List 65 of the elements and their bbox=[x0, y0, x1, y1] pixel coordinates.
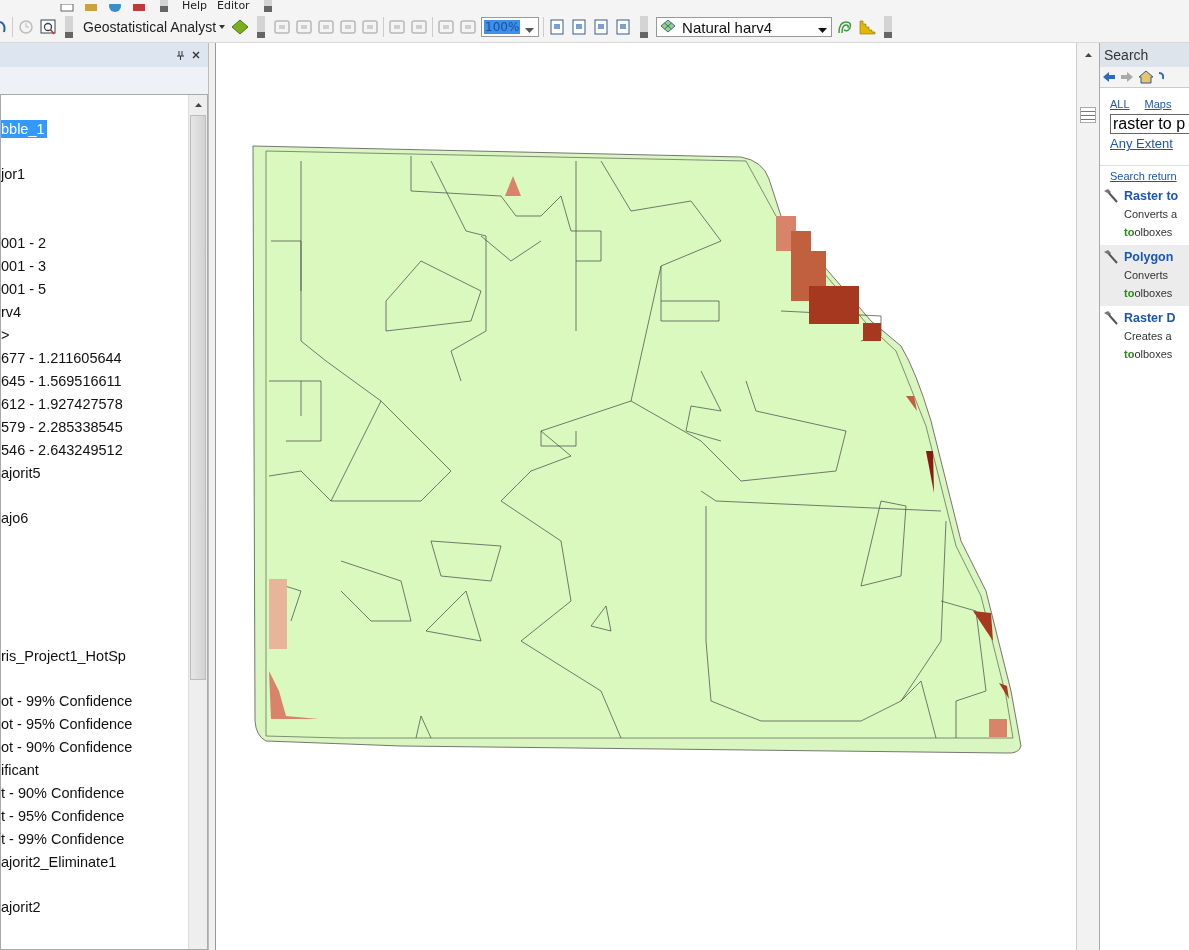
filter-link[interactable]: Maps bbox=[1144, 98, 1172, 110]
layer-label[interactable]: 579 - 2.285338545 bbox=[1, 417, 125, 436]
search-field[interactable]: raster to p bbox=[1110, 114, 1189, 134]
layer-label[interactable]: 001 - 5 bbox=[1, 279, 49, 298]
layer-label[interactable]: 677 - 1.211605644 bbox=[1, 348, 124, 367]
menu-item[interactable]: Help bbox=[182, 0, 208, 12]
result-path: toolboxes bbox=[1124, 225, 1174, 240]
toolbar-handle[interactable] bbox=[884, 16, 893, 38]
layer-label[interactable]: ot - 99% Confidence bbox=[1, 691, 135, 710]
layer-label[interactable]: t - 99% Confidence bbox=[1, 829, 127, 848]
layer-label[interactable]: ificant bbox=[1, 760, 41, 779]
scroll-up-icon[interactable] bbox=[1084, 53, 1092, 57]
layer-label[interactable]: > bbox=[1, 325, 12, 344]
result-title[interactable]: Raster D bbox=[1124, 310, 1176, 327]
layer-label[interactable]: ajorit5 bbox=[1, 463, 43, 482]
result-description: Creates a bbox=[1124, 329, 1173, 344]
pin-icon[interactable] bbox=[177, 50, 184, 60]
home-icon[interactable] bbox=[1138, 70, 1154, 84]
layer-label[interactable]: jor1 bbox=[1, 164, 28, 183]
menu-item[interactable]: Editor bbox=[217, 0, 250, 12]
layer-label[interactable]: 612 - 1.927427578 bbox=[1, 394, 125, 413]
toolbar-handle[interactable] bbox=[640, 16, 649, 38]
layer-field[interactable]: Natural harv4 bbox=[656, 17, 833, 37]
layer-label[interactable]: ot - 95% Confidence bbox=[1, 714, 135, 733]
result-path: toolboxes bbox=[1124, 286, 1174, 301]
close-icon[interactable] bbox=[192, 51, 200, 59]
layer-label[interactable]: 001 - 2 bbox=[1, 233, 49, 252]
caret-icon bbox=[219, 25, 226, 29]
histogram-icon[interactable] bbox=[858, 18, 877, 36]
magnifier-window-icon[interactable] bbox=[39, 18, 57, 36]
layer-label[interactable]: ajo6 bbox=[1, 508, 31, 527]
result-description: Converts bbox=[1124, 268, 1170, 283]
scrollbar[interactable] bbox=[1076, 43, 1099, 950]
scroll-up-icon[interactable] bbox=[194, 103, 202, 107]
filter-link[interactable]: ALL bbox=[1110, 98, 1130, 110]
result-path: toolboxes bbox=[1124, 347, 1174, 362]
result-title[interactable]: Polygon bbox=[1124, 249, 1174, 266]
hammer-icon[interactable] bbox=[1102, 310, 1118, 326]
layer-label[interactable]: ot - 90% Confidence bbox=[1, 737, 135, 756]
search-result[interactable]: Polygon Converts toolboxes bbox=[1100, 245, 1189, 306]
scrollbar[interactable] bbox=[188, 95, 207, 949]
layer-label[interactable]: t - 95% Confidence bbox=[1, 806, 127, 825]
layer-label[interactable]: 001 - 3 bbox=[1, 256, 49, 275]
hammer-icon[interactable] bbox=[1102, 188, 1118, 204]
diamond-icon[interactable] bbox=[231, 18, 250, 36]
layer-label[interactable]: 645 - 1.569516611 bbox=[1, 371, 124, 390]
search-result[interactable]: Raster D Creates a toolboxes bbox=[1100, 306, 1189, 367]
hammer-icon[interactable] bbox=[1102, 249, 1118, 265]
result-description: Converts a bbox=[1124, 207, 1179, 222]
result-title[interactable]: Raster to bbox=[1124, 188, 1179, 205]
layer-label[interactable]: ajorit2_Eliminate1 bbox=[1, 852, 119, 871]
layer-label[interactable]: rv4 bbox=[1, 302, 24, 321]
results-summary-link[interactable]: Search return bbox=[1100, 165, 1189, 184]
panel-title: Search bbox=[1100, 43, 1189, 67]
scroll-grip-icon[interactable] bbox=[1080, 107, 1096, 123]
scroll-thumb[interactable] bbox=[190, 115, 206, 680]
extent-link[interactable]: Any Extent bbox=[1100, 136, 1189, 151]
search-result[interactable]: Raster to Converts a toolboxes bbox=[1100, 184, 1189, 245]
geostatistical-analyst-menu[interactable]: Geostatistical Analyst bbox=[81, 19, 228, 35]
toolbar-handle[interactable] bbox=[65, 16, 73, 38]
layer-label[interactable]: ris_Project1_HotSp bbox=[1, 646, 128, 665]
toolbar-handle[interactable] bbox=[257, 16, 266, 38]
layer-label[interactable]: t - 90% Confidence bbox=[1, 783, 127, 802]
layer-label[interactable]: 546 - 2.643249512 bbox=[1, 440, 125, 459]
layer-label[interactable]: ajorit2 bbox=[1, 897, 43, 916]
